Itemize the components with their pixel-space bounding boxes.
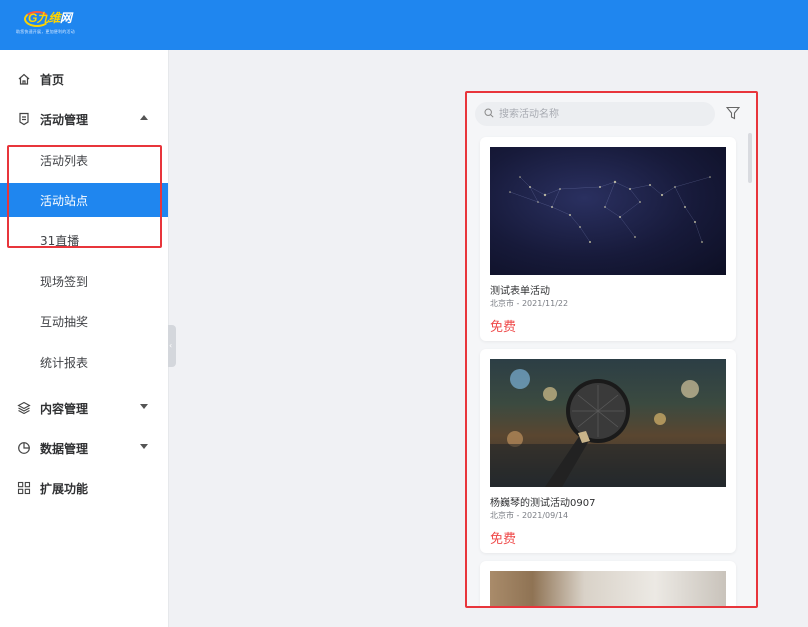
sidebar-subitem-label: 互动抽奖 bbox=[40, 315, 89, 329]
sidebar-subitem-label: 现场签到 bbox=[40, 275, 89, 289]
top-header: G九维网 助您快速开展，更加便利的活动 bbox=[0, 0, 808, 50]
search-input[interactable] bbox=[499, 104, 699, 124]
activity-card[interactable]: 测试表单活动 北京市 - 2021/11/22 免费 bbox=[480, 137, 736, 341]
logo[interactable]: G九维网 助您快速开展，更加便利的活动 bbox=[16, 9, 86, 39]
home-icon bbox=[18, 73, 30, 85]
sidebar-item-activity-management[interactable]: 活动管理 bbox=[0, 99, 168, 139]
sidebar-item-extensions[interactable]: 扩展功能 bbox=[0, 468, 168, 508]
card-title: 测试表单活动 bbox=[490, 286, 550, 297]
logo-tagline: 助您快速开展，更加便利的活动 bbox=[16, 29, 75, 34]
document-icon bbox=[19, 112, 29, 126]
card-meta: 北京市 - 2021/11/22 bbox=[490, 299, 569, 308]
pie-chart-icon bbox=[18, 442, 30, 454]
card-meta: 北京市 - 2021/09/14 bbox=[490, 511, 569, 520]
sidebar-subitem-reports[interactable]: 统计报表 bbox=[0, 345, 168, 379]
logo-mark: G九维网 bbox=[28, 11, 72, 25]
chevron-up-icon bbox=[140, 115, 148, 120]
card-image-room bbox=[490, 571, 726, 606]
layers-icon bbox=[17, 401, 31, 415]
sidebar-item-label: 内容管理 bbox=[40, 402, 89, 416]
mobile-preview-panel: 测试表单活动 北京市 - 2021/11/22 免费 杨巍琴的测试活动0907 bbox=[465, 91, 758, 608]
scrollbar[interactable] bbox=[748, 133, 752, 183]
highlight-box-submenu bbox=[7, 145, 162, 248]
card-image-microphone bbox=[490, 359, 726, 487]
activity-card[interactable] bbox=[480, 561, 736, 606]
sidebar-subitem-label: 统计报表 bbox=[40, 356, 89, 370]
card-image-world-map bbox=[490, 147, 726, 275]
search-icon bbox=[484, 108, 494, 118]
search-bar bbox=[475, 102, 715, 126]
chevron-left-icon: ‹ bbox=[169, 341, 173, 350]
chevron-down-icon bbox=[140, 444, 148, 449]
card-price: 免费 bbox=[490, 532, 517, 547]
sidebar: 首页 活动管理 活动列表 活动站点 31直播 现场签到 互动抽奖 统计报表 内容… bbox=[0, 50, 169, 627]
sidebar-item-label: 活动管理 bbox=[40, 113, 89, 127]
sidebar-item-label: 首页 bbox=[40, 73, 65, 87]
sidebar-item-content-management[interactable]: 内容管理 bbox=[0, 388, 168, 428]
card-title: 杨巍琴的测试活动0907 bbox=[490, 498, 596, 509]
chevron-down-icon bbox=[140, 404, 148, 409]
sidebar-item-label: 扩展功能 bbox=[40, 482, 89, 496]
sidebar-collapse-handle[interactable]: ‹ bbox=[168, 325, 176, 367]
grid-icon bbox=[17, 481, 31, 495]
activity-card[interactable]: 杨巍琴的测试活动0907 北京市 - 2021/09/14 免费 bbox=[480, 349, 736, 553]
card-price: 免费 bbox=[490, 320, 517, 335]
sidebar-subitem-checkin[interactable]: 现场签到 bbox=[0, 264, 168, 298]
sidebar-subitem-lottery[interactable]: 互动抽奖 bbox=[0, 304, 168, 338]
filter-icon[interactable] bbox=[726, 106, 740, 120]
sidebar-item-data-management[interactable]: 数据管理 bbox=[0, 428, 168, 468]
sidebar-item-label: 数据管理 bbox=[40, 442, 89, 456]
sidebar-item-home[interactable]: 首页 bbox=[0, 59, 168, 99]
